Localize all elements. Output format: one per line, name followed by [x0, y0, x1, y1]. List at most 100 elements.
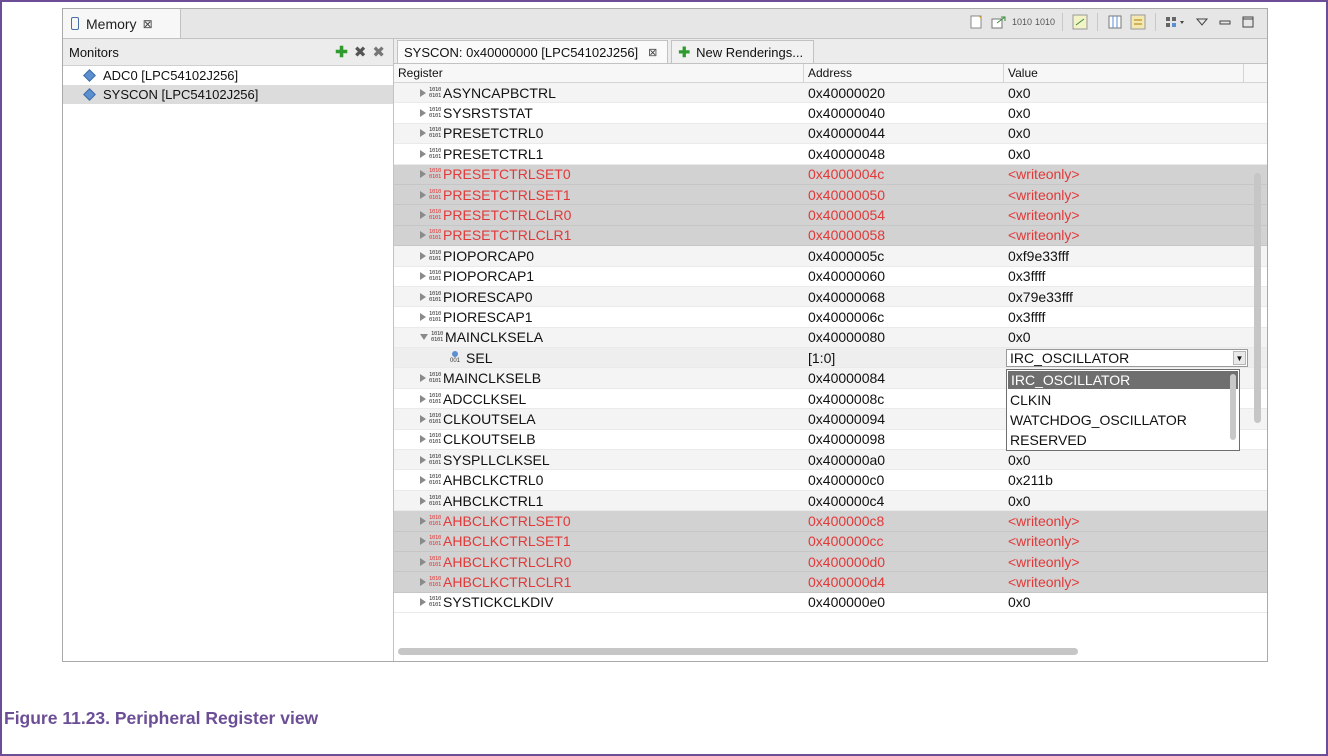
- dropdown-option[interactable]: RESERVED: [1007, 430, 1239, 450]
- register-row[interactable]: 1010 0101 PIORESCAP0 0x40000068 0x79e33fff: [394, 286, 1267, 308]
- collapsed-arrow-icon[interactable]: [420, 598, 426, 607]
- tab-syscon-rendering[interactable]: SYSCON: 0x40000000 [LPC54102J256] ⊠: [397, 40, 669, 63]
- layout-menu-icon[interactable]: [1164, 13, 1188, 31]
- collapsed-arrow-icon[interactable]: [420, 516, 426, 525]
- collapsed-arrow-icon[interactable]: [420, 476, 426, 485]
- remove-all-monitors-icon[interactable]: ✖: [372, 43, 385, 61]
- collapsed-arrow-icon[interactable]: [420, 557, 426, 566]
- export-icon[interactable]: [990, 13, 1008, 31]
- close-icon[interactable]: ⊠: [143, 17, 153, 31]
- value-cell[interactable]: 0x0: [1004, 146, 1244, 162]
- add-monitor-icon[interactable]: ✚: [335, 43, 348, 61]
- value-cell[interactable]: <writeonly>: [1004, 227, 1244, 243]
- value-cell[interactable]: 0xf9e33fff: [1004, 248, 1244, 264]
- close-icon[interactable]: ⊠: [648, 46, 657, 59]
- register-row[interactable]: 1010 0101 AHBCLKCTRLCLR0 0x400000d0 <writeon…: [394, 551, 1267, 573]
- collapsed-arrow-icon[interactable]: [420, 251, 426, 260]
- collapsed-arrow-icon[interactable]: [420, 374, 426, 383]
- monitor-item[interactable]: SYSCON [LPC54102J256]: [63, 85, 393, 104]
- link-icon[interactable]: [1071, 13, 1089, 31]
- value-cell[interactable]: 0x3ffff: [1004, 309, 1244, 325]
- dropdown-option[interactable]: IRC_OSCILLATOR: [1008, 370, 1238, 389]
- register-row[interactable]: 1010 0101 MAINCLKSELA 0x40000080 0x0: [394, 327, 1267, 349]
- collapsed-arrow-icon[interactable]: [420, 129, 426, 138]
- value-cell[interactable]: 0x211b: [1004, 472, 1244, 488]
- collapsed-arrow-icon[interactable]: [420, 312, 426, 321]
- value-cell[interactable]: 0x3ffff: [1004, 268, 1244, 284]
- collapsed-arrow-icon[interactable]: [420, 496, 426, 505]
- collapsed-arrow-icon[interactable]: [420, 272, 426, 281]
- register-row[interactable]: 1010 0101 SYSPLLCLKSEL 0x400000a0 0x0: [394, 450, 1267, 471]
- column-header-address[interactable]: Address: [804, 64, 1004, 82]
- dropdown-scrollbar[interactable]: [1230, 373, 1236, 440]
- chevron-down-icon[interactable]: ▼: [1233, 351, 1246, 366]
- value-cell[interactable]: 0x0: [1004, 452, 1244, 468]
- value-cell[interactable]: <writeonly>: [1004, 574, 1244, 590]
- value-cell[interactable]: <writeonly>: [1004, 166, 1244, 182]
- minimize-icon[interactable]: [1216, 13, 1234, 31]
- value-cell[interactable]: 0x0: [1004, 85, 1244, 101]
- collapsed-arrow-icon[interactable]: [420, 435, 426, 444]
- columns-icon[interactable]: [1106, 13, 1124, 31]
- register-row[interactable]: 1010 0101 PRESETCTRL0 0x40000044 0x0: [394, 123, 1267, 145]
- value-cell[interactable]: 0x0: [1004, 493, 1244, 509]
- collapsed-arrow-icon[interactable]: [420, 211, 426, 220]
- view-menu-icon[interactable]: [1193, 13, 1211, 31]
- new-tab-icon[interactable]: [967, 13, 985, 31]
- register-row[interactable]: 1010 0101 PRESETCTRLCLR0 0x40000054 <writeon…: [394, 205, 1267, 226]
- register-row[interactable]: 1010 0101 SYSRSTSTAT 0x40000040 0x0: [394, 103, 1267, 124]
- horizontal-scrollbar[interactable]: [398, 648, 1078, 655]
- remove-monitor-icon[interactable]: ✖: [354, 43, 367, 61]
- memory-view-tab[interactable]: Memory ⊠: [63, 9, 181, 38]
- collapsed-arrow-icon[interactable]: [420, 292, 426, 301]
- collapsed-arrow-icon[interactable]: [420, 149, 426, 158]
- monitor-item[interactable]: ADC0 [LPC54102J256]: [63, 66, 393, 85]
- register-row[interactable]: 1010 0101 AHBCLKCTRLSET1 0x400000cc <writeon…: [394, 531, 1267, 552]
- dropdown-option[interactable]: CLKIN: [1007, 390, 1239, 410]
- binary-format-icon[interactable]: 1010: [1012, 13, 1032, 31]
- value-cell[interactable]: <writeonly>: [1004, 207, 1244, 223]
- register-row[interactable]: 1010 0101 PIORESCAP1 0x4000006c 0x3ffff: [394, 307, 1267, 328]
- register-row[interactable]: 1010 0101 PRESETCTRLCLR1 0x40000058 <writeon…: [394, 225, 1267, 247]
- value-cell[interactable]: 0x0: [1004, 594, 1244, 610]
- expanded-arrow-icon[interactable]: [420, 334, 428, 341]
- vertical-scrollbar[interactable]: [1254, 173, 1261, 423]
- register-row[interactable]: 1010 0101 AHBCLKCTRLCLR1 0x400000d4 <writeon…: [394, 572, 1267, 593]
- value-cell[interactable]: 0x0: [1004, 125, 1244, 141]
- register-row[interactable]: 1010 0101 AHBCLKCTRL1 0x400000c4 0x0: [394, 490, 1267, 512]
- value-cell[interactable]: <writeonly>: [1004, 533, 1244, 549]
- collapsed-arrow-icon[interactable]: [420, 578, 426, 587]
- collapsed-arrow-icon[interactable]: [420, 170, 426, 179]
- register-row[interactable]: 1010 0101 PIOPORCAP0 0x4000005c 0xf9e33fff: [394, 246, 1267, 267]
- dropdown-option[interactable]: WATCHDOG_OSCILLATOR: [1007, 410, 1239, 430]
- register-row[interactable]: 1010 0101 PRESETCTRL1 0x40000048 0x0: [394, 144, 1267, 165]
- value-cell[interactable]: 0x0: [1004, 329, 1244, 345]
- collapsed-arrow-icon[interactable]: [420, 537, 426, 546]
- tab-new-renderings[interactable]: ✚ New Renderings...: [671, 40, 815, 63]
- collapsed-arrow-icon[interactable]: [420, 394, 426, 403]
- value-cell[interactable]: 0x79e33fff: [1004, 289, 1244, 305]
- collapsed-arrow-icon[interactable]: [420, 231, 426, 240]
- register-row[interactable]: 1010 0101 ASYNCAPBCTRL 0x40000020 0x0: [394, 83, 1267, 104]
- register-row[interactable]: 1010 0101 AHBCLKCTRL0 0x400000c0 0x211b: [394, 470, 1267, 491]
- value-cell[interactable]: <writeonly>: [1004, 187, 1244, 203]
- register-row[interactable]: 1010 0101 AHBCLKCTRLSET0 0x400000c8 <writeon…: [394, 511, 1267, 532]
- collapsed-arrow-icon[interactable]: [420, 414, 426, 423]
- column-header-value[interactable]: Value: [1004, 64, 1244, 82]
- register-row[interactable]: 1010 0101 PRESETCTRLSET1 0x40000050 <writeon…: [394, 184, 1267, 206]
- collapsed-arrow-icon[interactable]: [420, 190, 426, 199]
- maximize-icon[interactable]: [1239, 13, 1257, 31]
- register-row[interactable]: 1010 0101 SYSTICKCLKDIV 0x400000e0 0x0: [394, 593, 1267, 614]
- collapsed-arrow-icon[interactable]: [420, 109, 426, 118]
- sync-icon[interactable]: [1129, 13, 1147, 31]
- import-binary-icon[interactable]: 1010: [1035, 13, 1055, 31]
- collapsed-arrow-icon[interactable]: [420, 88, 426, 97]
- register-row[interactable]: 1010 0101 PIOPORCAP1 0x40000060 0x3ffff: [394, 267, 1267, 287]
- collapsed-arrow-icon[interactable]: [420, 455, 426, 464]
- register-row[interactable]: 1010 0101 PRESETCTRLSET0 0x4000004c <writeon…: [394, 164, 1267, 185]
- sel-value-combobox[interactable]: IRC_OSCILLATOR ▼: [1006, 349, 1248, 368]
- value-cell[interactable]: <writeonly>: [1004, 554, 1244, 570]
- column-header-register[interactable]: Register: [394, 64, 804, 82]
- value-cell[interactable]: <writeonly>: [1004, 513, 1244, 529]
- value-cell[interactable]: 0x0: [1004, 105, 1244, 121]
